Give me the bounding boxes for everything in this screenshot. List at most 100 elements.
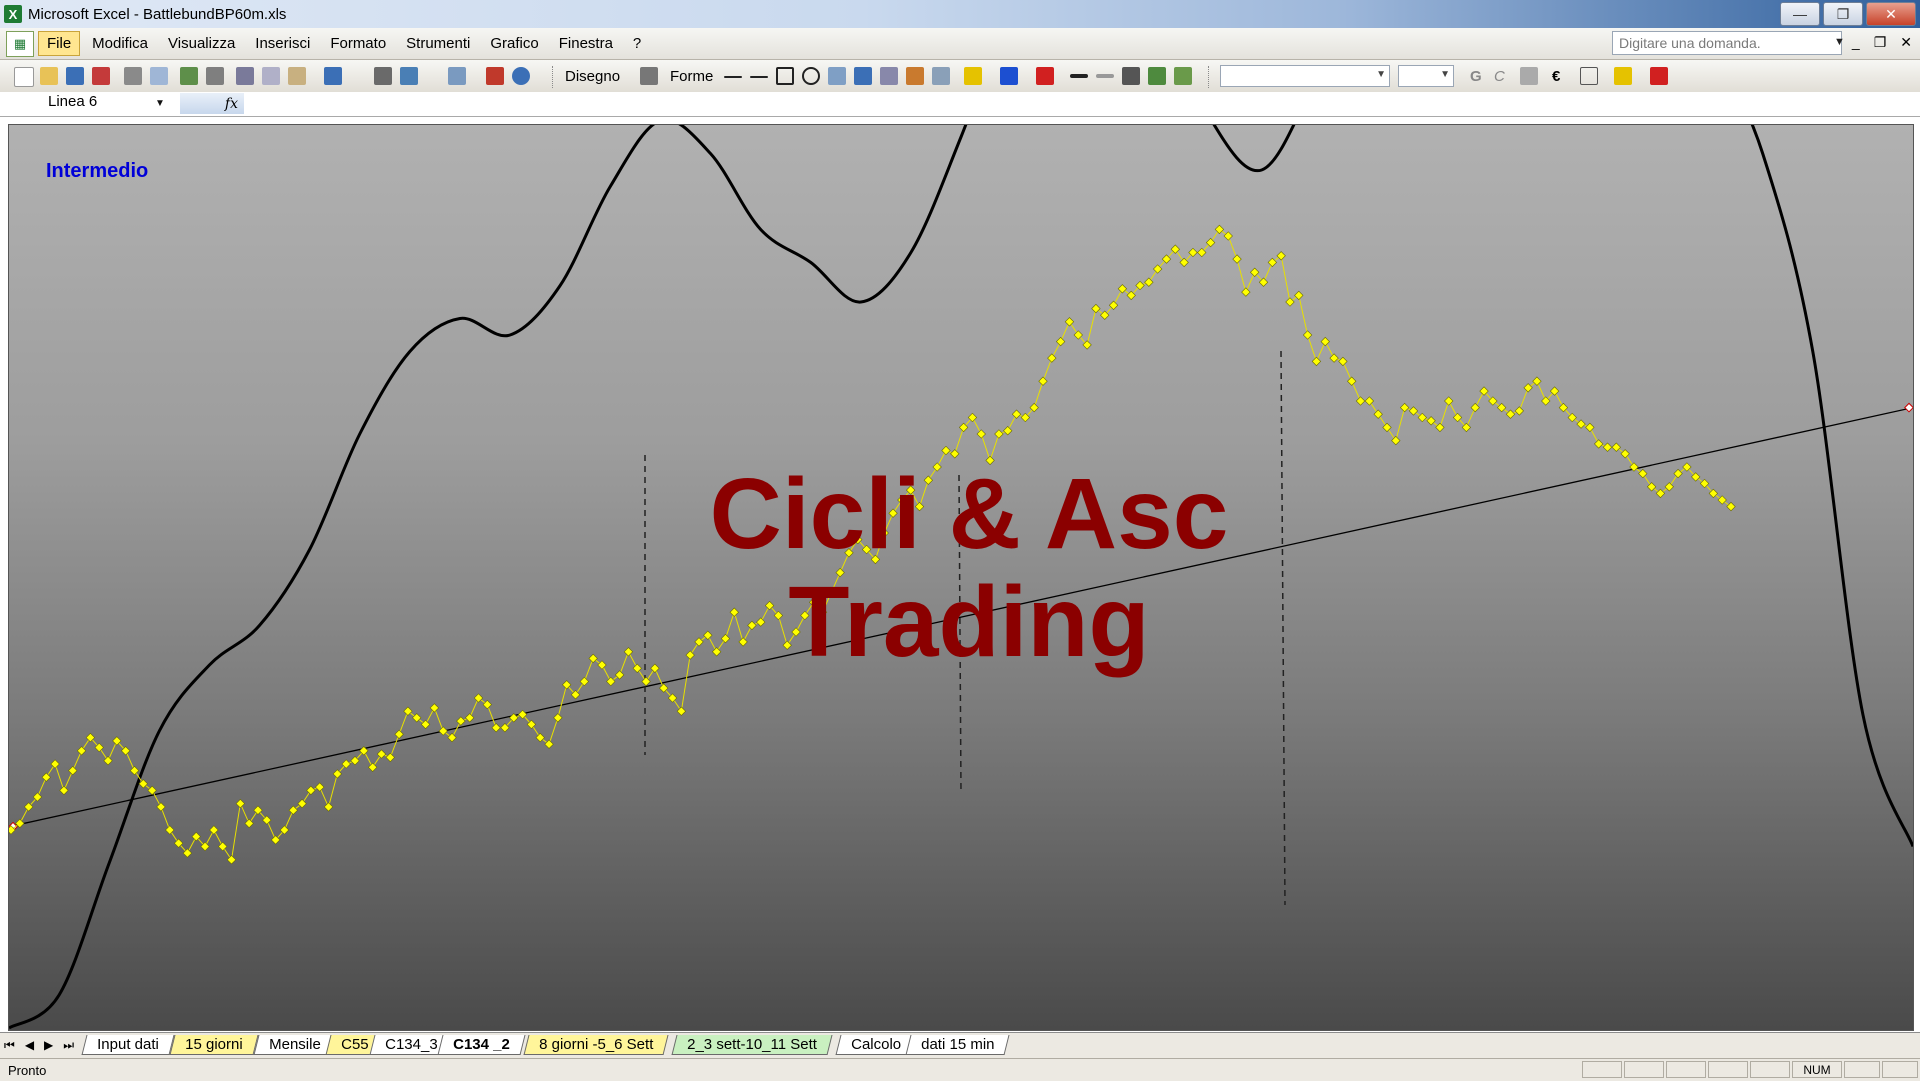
chart-area[interactable]: Intermedio Cicli & Asc Trading — [8, 124, 1914, 1031]
price-point[interactable] — [103, 756, 113, 766]
currency-icon[interactable]: € — [1552, 68, 1560, 85]
price-point[interactable] — [129, 765, 140, 776]
bold-button[interactable]: G — [1470, 68, 1482, 85]
paste-icon[interactable] — [288, 67, 306, 85]
price-point[interactable] — [544, 739, 554, 749]
price-point[interactable] — [1391, 435, 1401, 446]
insert-function-button[interactable]: fx — [180, 93, 244, 114]
trend-line-handle[interactable] — [1904, 402, 1913, 413]
price-point[interactable] — [1347, 376, 1357, 386]
price-point[interactable] — [1064, 317, 1075, 327]
price-point[interactable] — [1382, 422, 1392, 433]
open-folder-icon[interactable] — [40, 67, 58, 85]
name-box-dropdown-icon[interactable]: ▼ — [155, 98, 165, 109]
tab-mensile[interactable]: Mensile — [253, 1035, 337, 1055]
price-point[interactable] — [1585, 422, 1595, 433]
shadow-style-icon[interactable] — [1148, 67, 1166, 85]
menu-modifica[interactable]: Modifica — [84, 32, 156, 55]
borders-icon[interactable] — [1580, 67, 1598, 85]
price-point[interactable] — [1620, 449, 1630, 459]
save-icon[interactable] — [66, 67, 84, 85]
price-point[interactable] — [1117, 284, 1128, 294]
price-point[interactable] — [579, 676, 590, 687]
price-point[interactable] — [385, 752, 395, 763]
price-point[interactable] — [209, 825, 219, 835]
price-point[interactable] — [447, 732, 457, 743]
menu-grafico[interactable]: Grafico — [482, 32, 546, 55]
price-point[interactable] — [1444, 396, 1454, 406]
new-file-icon[interactable] — [14, 67, 34, 87]
tab-dati-15-min[interactable]: dati 15 min — [905, 1035, 1010, 1055]
select-objects-icon[interactable] — [640, 67, 658, 85]
price-point[interactable] — [941, 445, 951, 456]
line-tool-icon[interactable] — [724, 76, 742, 78]
price-point[interactable] — [226, 855, 237, 865]
shapes-menu[interactable]: Forme — [670, 68, 713, 85]
sort-icon[interactable] — [448, 67, 466, 85]
price-point[interactable] — [606, 676, 616, 687]
price-point[interactable] — [553, 713, 563, 723]
price-point[interactable] — [1532, 376, 1542, 386]
menu-file[interactable]: File — [38, 31, 81, 56]
price-point[interactable] — [950, 449, 960, 459]
minimize-button[interactable]: — — [1780, 2, 1820, 26]
price-point[interactable] — [1602, 442, 1613, 452]
price-point[interactable] — [1011, 409, 1022, 419]
price-point[interactable] — [420, 719, 431, 730]
price-point[interactable] — [1276, 251, 1286, 261]
price-point[interactable] — [994, 429, 1004, 439]
3d-style-icon[interactable] — [1174, 67, 1192, 85]
price-point[interactable] — [68, 765, 78, 776]
price-point[interactable] — [367, 762, 378, 772]
price-point[interactable] — [1055, 336, 1066, 347]
price-point[interactable] — [1003, 426, 1013, 436]
first-sheet-icon[interactable]: ⏮ — [4, 1038, 15, 1053]
price-point[interactable] — [1241, 287, 1251, 297]
workbook-minimize-icon[interactable]: _ — [1852, 34, 1860, 51]
picture-icon[interactable] — [932, 67, 950, 85]
print-preview-icon[interactable] — [150, 67, 168, 85]
tab-15-giorni[interactable]: 15 giorni — [169, 1035, 259, 1055]
price-point[interactable] — [1435, 422, 1445, 433]
price-point[interactable] — [1214, 224, 1225, 235]
fill-color-icon[interactable] — [964, 67, 982, 85]
price-point[interactable] — [59, 785, 69, 796]
chart-window-icon[interactable]: ▦ — [6, 30, 34, 57]
price-point[interactable] — [473, 693, 484, 703]
price-point[interactable] — [165, 825, 175, 835]
copy-icon[interactable] — [262, 67, 280, 85]
spelling-icon[interactable] — [180, 67, 198, 85]
price-point[interactable] — [1638, 468, 1648, 479]
price-point[interactable] — [1496, 402, 1507, 413]
price-point[interactable] — [464, 713, 475, 723]
price-point[interactable] — [323, 802, 334, 812]
wordart-icon[interactable] — [854, 67, 872, 85]
cut-icon[interactable] — [236, 67, 254, 85]
price-point[interactable] — [1523, 383, 1533, 393]
price-point[interactable] — [235, 798, 246, 809]
workbook-close-icon[interactable]: ✕ — [1900, 34, 1912, 51]
price-point[interactable] — [1232, 254, 1242, 264]
tab-2-3-sett[interactable]: 2_3 sett-10_11 Sett — [671, 1035, 833, 1055]
price-point[interactable] — [394, 729, 404, 739]
price-point[interactable] — [1594, 439, 1604, 449]
price-point[interactable] — [1426, 416, 1436, 426]
price-point[interactable] — [156, 802, 166, 812]
price-point[interactable] — [1091, 303, 1101, 314]
workbook-restore-icon[interactable]: ❐ — [1874, 34, 1887, 51]
price-point[interactable] — [597, 660, 607, 670]
price-point[interactable] — [412, 713, 422, 723]
price-point[interactable] — [297, 798, 307, 809]
ask-dropdown-icon[interactable]: ▼ — [1834, 36, 1845, 48]
insert-hyperlink-icon[interactable] — [374, 67, 392, 85]
price-point[interactable] — [1311, 356, 1322, 367]
menu-visualizza[interactable]: Visualizza — [160, 32, 243, 55]
align-icon[interactable] — [1520, 67, 1538, 85]
price-point[interactable] — [41, 772, 51, 782]
ask-question-input[interactable]: Digitare una domanda. — [1612, 31, 1842, 55]
dash-style-icon[interactable] — [1096, 74, 1114, 78]
cell-fill-icon[interactable] — [1614, 67, 1632, 85]
price-point[interactable] — [1355, 396, 1366, 406]
research-icon[interactable] — [206, 67, 224, 85]
autosum-icon[interactable] — [400, 67, 418, 85]
